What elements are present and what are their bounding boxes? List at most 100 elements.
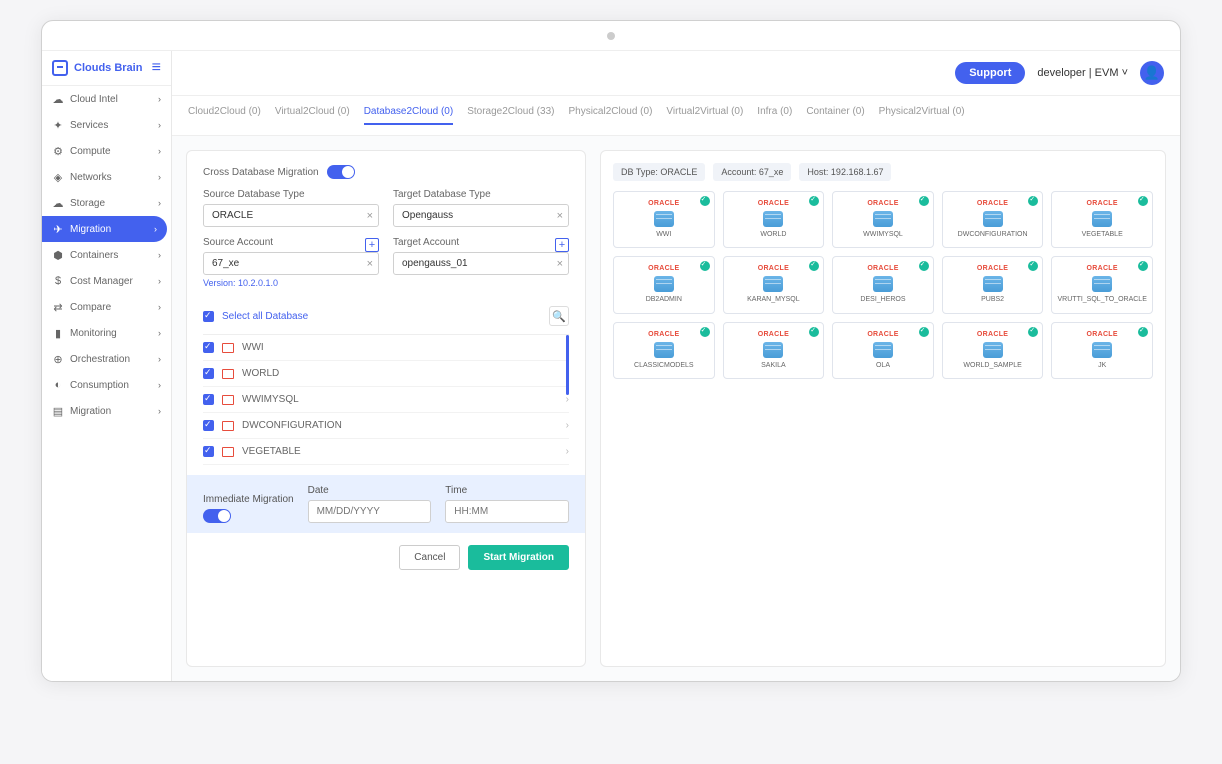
card-name: VEGETABLE xyxy=(1056,231,1148,239)
sidebar-item-networks[interactable]: ◈Networks› xyxy=(42,164,171,190)
database-icon xyxy=(222,369,234,379)
database-card[interactable]: ORACLEWORLD_SAMPLE xyxy=(942,322,1044,379)
database-card[interactable]: ORACLEDB2ADMIN xyxy=(613,256,715,313)
database-icon xyxy=(873,342,893,358)
cross-db-toggle[interactable] xyxy=(327,165,355,179)
sidebar-item-containers[interactable]: ⬢Containers› xyxy=(42,242,171,268)
database-icon xyxy=(763,211,783,227)
search-icon[interactable]: 🔍 xyxy=(549,306,569,326)
select-all-checkbox[interactable] xyxy=(203,311,214,322)
chevron-right-icon: › xyxy=(566,394,569,405)
card-name: SAKILA xyxy=(728,362,820,370)
add-target-account-button[interactable]: + xyxy=(555,238,569,252)
status-badge xyxy=(700,327,710,337)
avatar[interactable]: 👤 xyxy=(1140,61,1164,85)
logo-text: Clouds Brain xyxy=(74,62,142,74)
laptop-bezel xyxy=(42,21,1180,51)
target-account-input[interactable] xyxy=(393,252,569,275)
database-list-item[interactable]: DWCONFIGURATION› xyxy=(203,413,569,439)
tab-physical2cloud[interactable]: Physical2Cloud (0) xyxy=(568,106,652,125)
tab-virtual2virtual[interactable]: Virtual2Virtual (0) xyxy=(666,106,743,125)
tab-database2cloud[interactable]: Database2Cloud (0) xyxy=(364,106,454,125)
sidebar-item-cost-manager[interactable]: $Cost Manager› xyxy=(42,268,171,294)
sidebar-item-services[interactable]: ✦Services› xyxy=(42,112,171,138)
target-db-type-input[interactable] xyxy=(393,204,569,227)
nav-icon: ⇄ xyxy=(52,301,64,313)
oracle-logo: ORACLE xyxy=(618,265,710,272)
database-list-item[interactable]: WORLD› xyxy=(203,361,569,387)
sidebar-item-migration[interactable]: ▤Migration› xyxy=(42,398,171,424)
clear-icon[interactable]: × xyxy=(367,258,373,270)
database-card[interactable]: ORACLEWWIMYSQL xyxy=(832,191,934,248)
database-list[interactable]: WWI›WORLD›WWIMYSQL›DWCONFIGURATION›VEGET… xyxy=(203,335,569,465)
user-menu[interactable]: developer | EVM ˅ xyxy=(1037,67,1128,79)
tab-virtual2cloud[interactable]: Virtual2Cloud (0) xyxy=(275,106,350,125)
immediate-toggle[interactable] xyxy=(203,509,231,523)
card-name: PUBS2 xyxy=(947,296,1039,304)
chevron-right-icon: › xyxy=(158,328,161,338)
nav-icon: ⚙ xyxy=(52,145,64,157)
sidebar-item-label: Services xyxy=(70,120,108,131)
database-list-item[interactable]: WWI› xyxy=(203,335,569,361)
database-card[interactable]: ORACLEVRUTTI_SQL_TO_ORACLE xyxy=(1051,256,1153,313)
db-checkbox[interactable] xyxy=(203,420,214,431)
cancel-button[interactable]: Cancel xyxy=(399,545,460,570)
clear-icon[interactable]: × xyxy=(557,258,563,270)
status-badge xyxy=(919,196,929,206)
sidebar-item-compute[interactable]: ⚙Compute› xyxy=(42,138,171,164)
tab-infra[interactable]: Infra (0) xyxy=(757,106,792,125)
sidebar-item-compare[interactable]: ⇄Compare› xyxy=(42,294,171,320)
nav-icon: ⊕ xyxy=(52,353,64,365)
sidebar-item-label: Networks xyxy=(70,172,112,183)
scrollbar[interactable] xyxy=(566,335,569,395)
database-card[interactable]: ORACLEPUBS2 xyxy=(942,256,1044,313)
tab-container[interactable]: Container (0) xyxy=(806,106,864,125)
sidebar-item-migration[interactable]: ✈Migration› xyxy=(42,216,167,242)
sidebar-item-cloud-intel[interactable]: ☁Cloud Intel› xyxy=(42,86,171,112)
database-card[interactable]: ORACLEDWCONFIGURATION xyxy=(942,191,1044,248)
support-button[interactable]: Support xyxy=(955,62,1025,84)
source-account-input[interactable] xyxy=(203,252,379,275)
database-card[interactable]: ORACLEDESI_HEROS xyxy=(832,256,934,313)
database-list-item[interactable]: WWIMYSQL› xyxy=(203,387,569,413)
status-badge xyxy=(700,261,710,271)
database-card[interactable]: ORACLEJK xyxy=(1051,322,1153,379)
tab-cloud2cloud[interactable]: Cloud2Cloud (0) xyxy=(188,106,261,125)
date-input[interactable] xyxy=(308,500,432,523)
sidebar-item-monitoring[interactable]: ▮Monitoring› xyxy=(42,320,171,346)
source-db-type-input[interactable] xyxy=(203,204,379,227)
db-checkbox[interactable] xyxy=(203,446,214,457)
hamburger-icon[interactable]: ≡ xyxy=(152,59,161,77)
database-card[interactable]: ORACLEKARAN_MYSQL xyxy=(723,256,825,313)
sidebar-item-orchestration[interactable]: ⊕Orchestration› xyxy=(42,346,171,372)
database-list-item[interactable]: VEGETABLE› xyxy=(203,439,569,465)
database-card[interactable]: ORACLESAKILA xyxy=(723,322,825,379)
tab-storage2cloud[interactable]: Storage2Cloud (33) xyxy=(467,106,554,125)
start-migration-button[interactable]: Start Migration xyxy=(468,545,569,570)
database-icon xyxy=(983,342,1003,358)
time-input[interactable] xyxy=(445,500,569,523)
db-checkbox[interactable] xyxy=(203,342,214,353)
database-icon xyxy=(1092,211,1112,227)
add-source-account-button[interactable]: + xyxy=(365,238,379,252)
clear-icon[interactable]: × xyxy=(367,210,373,222)
card-name: WWI xyxy=(618,231,710,239)
clear-icon[interactable]: × xyxy=(557,210,563,222)
database-card[interactable]: ORACLEWORLD xyxy=(723,191,825,248)
status-badge xyxy=(919,327,929,337)
db-checkbox[interactable] xyxy=(203,368,214,379)
database-card[interactable]: ORACLEOLA xyxy=(832,322,934,379)
database-card[interactable]: ORACLEWWI xyxy=(613,191,715,248)
sidebar-item-consumption[interactable]: ◐Consumption› xyxy=(42,372,171,398)
sidebar-item-label: Cost Manager xyxy=(70,276,133,287)
database-card[interactable]: ORACLEVEGETABLE xyxy=(1051,191,1153,248)
tab-physical2virtual[interactable]: Physical2Virtual (0) xyxy=(879,106,965,125)
chevron-right-icon: › xyxy=(158,146,161,156)
sidebar-item-label: Compare xyxy=(70,302,111,313)
db-checkbox[interactable] xyxy=(203,394,214,405)
logo-row: Clouds Brain ≡ xyxy=(42,51,171,86)
sidebar-item-storage[interactable]: ☁Storage› xyxy=(42,190,171,216)
status-badge xyxy=(700,196,710,206)
database-card[interactable]: ORACLECLASSICMODELS xyxy=(613,322,715,379)
db-name: WORLD xyxy=(242,368,279,379)
